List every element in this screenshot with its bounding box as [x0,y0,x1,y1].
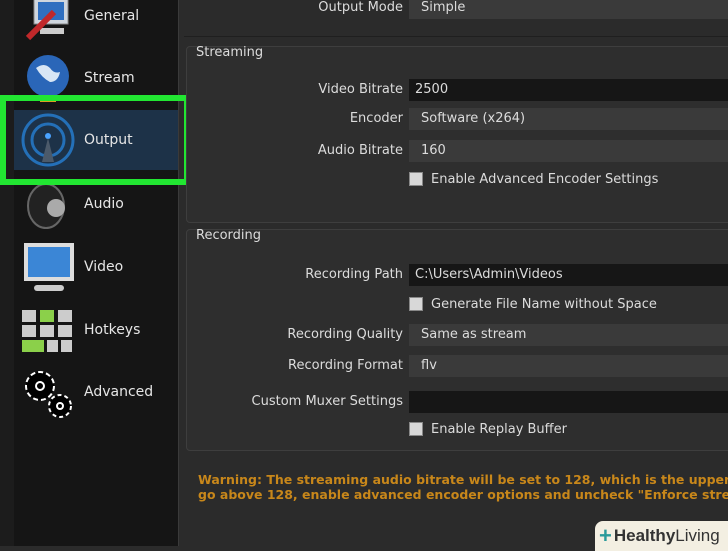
no-space-filename-checkbox[interactable]: Generate File Name without Space [409,295,657,313]
recording-quality-row: Recording Quality Same as stream [184,324,728,346]
recording-format-select[interactable]: flv [409,355,728,377]
sidebar-item-advanced[interactable]: Advanced [14,362,178,422]
custom-muxer-input[interactable] [409,391,728,413]
highlight-box [0,95,190,185]
video-bitrate-input[interactable]: 2500 [409,79,728,101]
plus-icon: + [599,523,612,548]
settings-sidebar: General Stream Output Audio Video Hotkey… [14,0,179,546]
encoder-select[interactable]: Software (x264) [409,108,728,130]
monitor-icon [18,239,78,295]
audio-bitrate-select[interactable]: 160 [409,140,728,162]
sidebar-item-general[interactable]: General [14,0,178,46]
advanced-encoder-checkbox[interactable]: Enable Advanced Encoder Settings [409,170,658,188]
recording-quality-select[interactable]: Same as stream [409,324,728,346]
general-icon [18,0,78,44]
encoder-row: Encoder Software (x264) [184,108,728,130]
keyboard-icon [18,302,78,358]
video-bitrate-row: Video Bitrate 2500 [184,79,728,101]
gears-icon [18,364,78,420]
recording-format-row: Recording Format flv [184,355,728,377]
checkbox-box[interactable] [409,422,423,436]
watermark-logo: + Healthy Living [595,521,728,551]
output-mode-select[interactable]: Simple [409,0,728,19]
output-mode-row: Output Mode Simple [184,0,728,19]
custom-muxer-row: Custom Muxer Settings [184,391,728,413]
recording-path-row: Recording Path C:\Users\Admin\Videos [184,264,728,286]
audio-bitrate-warning: Warning: The streaming audio bitrate wil… [198,472,728,502]
window-edge [0,0,14,546]
replay-buffer-checkbox[interactable]: Enable Replay Buffer [409,420,567,438]
checkbox-box[interactable] [409,297,423,311]
streaming-group: Streaming [186,45,728,223]
checkbox-box[interactable] [409,172,423,186]
audio-bitrate-row: Audio Bitrate 160 [184,140,728,162]
recording-path-input[interactable]: C:\Users\Admin\Videos [409,264,728,286]
sidebar-item-hotkeys[interactable]: Hotkeys [14,300,178,360]
sidebar-item-video[interactable]: Video [14,237,178,297]
output-settings-panel: Output Mode Simple Streaming Video Bitra… [184,0,728,546]
